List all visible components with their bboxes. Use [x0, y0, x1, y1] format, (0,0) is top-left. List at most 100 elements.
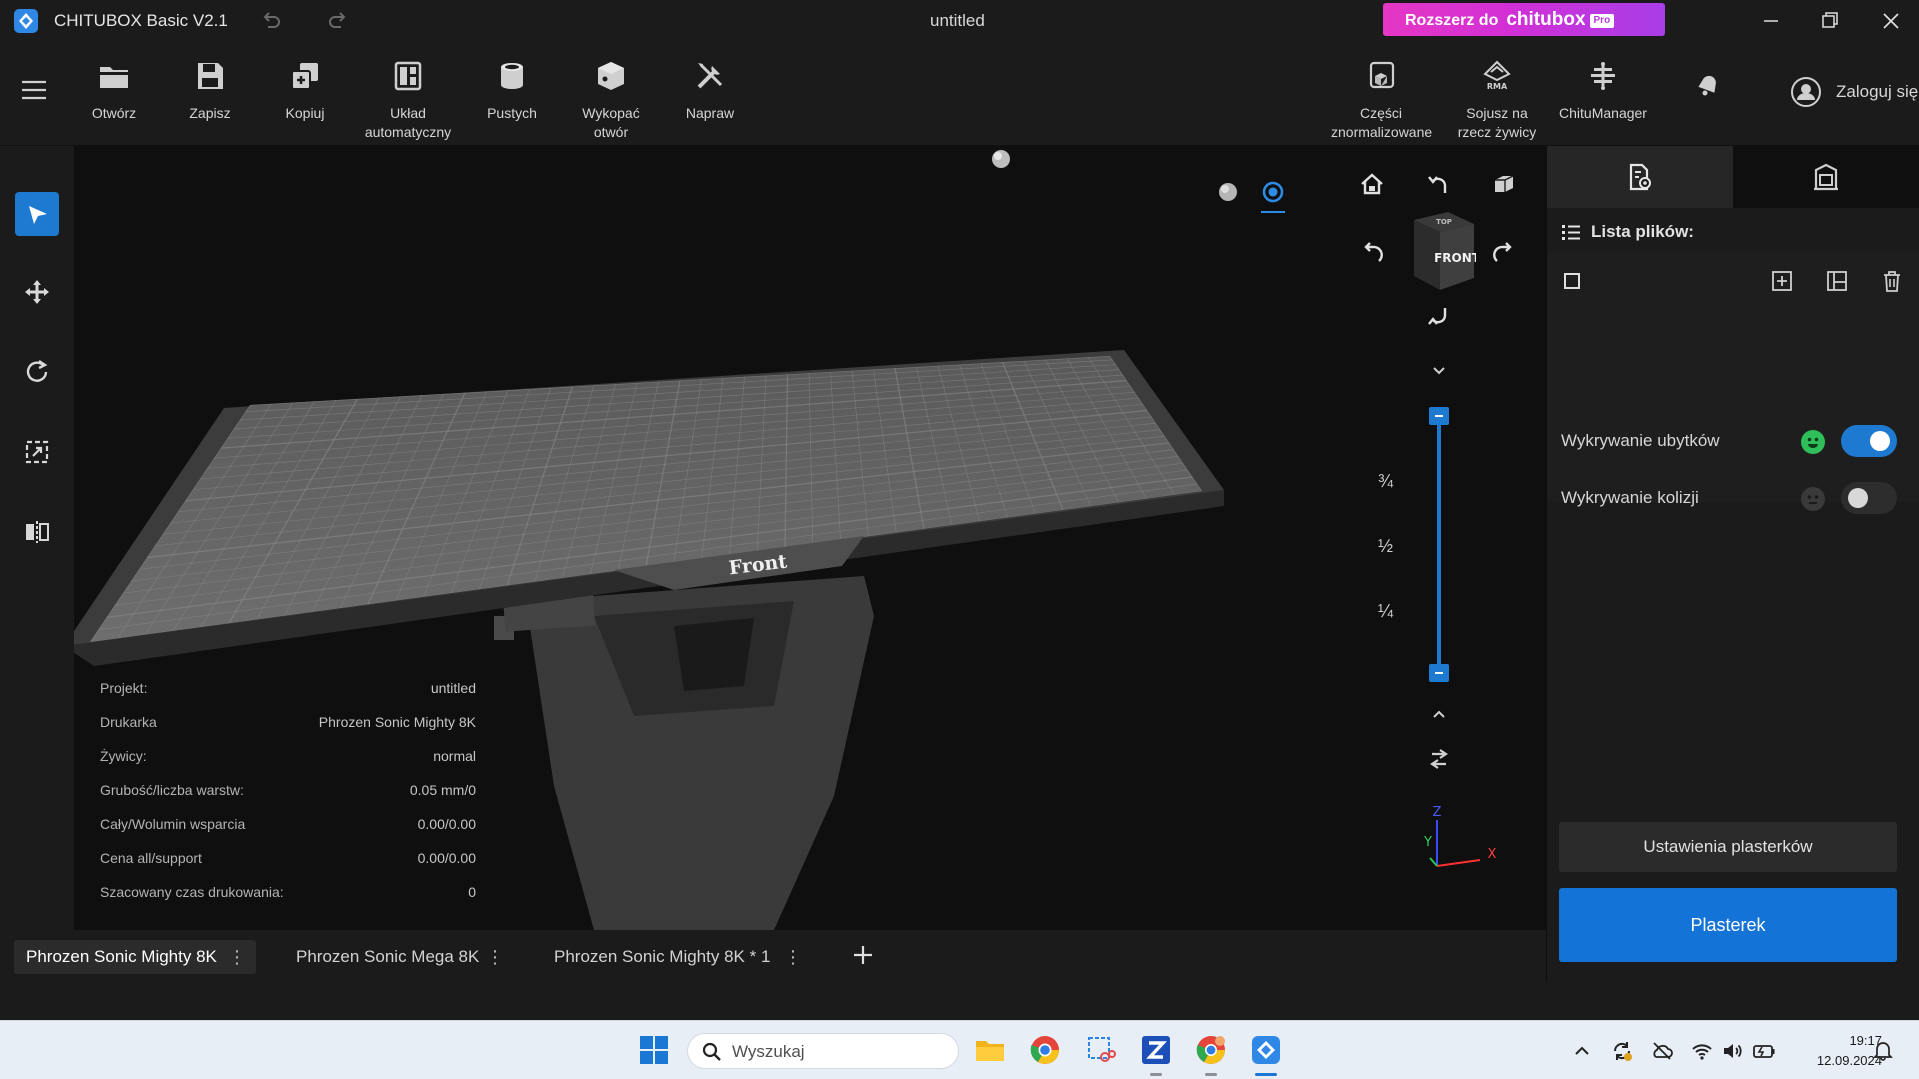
auto-layout-label-1: Układ: [390, 105, 426, 121]
dig-hole-cube-icon: [598, 62, 624, 90]
select-tool-button[interactable]: [15, 192, 59, 236]
scale-tool-button[interactable]: [15, 430, 59, 474]
rotate-view-down-button[interactable]: [1421, 300, 1455, 334]
clock-date: 12.09.2024: [1816, 1053, 1882, 1068]
printer-tab-label: Phrozen Sonic Mighty 8K: [26, 947, 217, 966]
printer-icon: [1814, 163, 1838, 191]
layer-slider-top-handle[interactable]: [1429, 407, 1449, 425]
layer-slider-bottom-handle[interactable]: [1429, 664, 1449, 682]
tab-file-settings[interactable]: [1547, 146, 1733, 208]
add-file-button[interactable]: [1769, 268, 1795, 294]
mirror-icon: [26, 521, 49, 543]
wifi-icon[interactable]: [1690, 1039, 1714, 1063]
windows-start-icon[interactable]: [638, 1034, 670, 1066]
repair-tools-icon: [697, 63, 723, 89]
login-button[interactable]: Zaloguj się: [1790, 76, 1919, 108]
hamburger-menu-icon[interactable]: [20, 78, 48, 102]
curved-arrow-down-icon: [1428, 308, 1447, 325]
group-files-button[interactable]: [1824, 268, 1850, 294]
printer-tabs-bar: Phrozen Sonic Mighty 8K ⋮ Phrozen Sonic …: [0, 930, 1546, 982]
view-cube[interactable]: TOP FRONT: [1400, 210, 1481, 290]
more-options-icon[interactable]: ⋮: [784, 940, 802, 974]
delete-file-button[interactable]: [1879, 268, 1905, 294]
rotate-tool-button[interactable]: [15, 350, 59, 394]
hollow-button[interactable]: Pustych: [462, 58, 562, 123]
taskbar-search-box[interactable]: Wyszukaj: [687, 1033, 959, 1069]
dig-hole-label-1: Wykopać: [582, 105, 640, 121]
slice-button[interactable]: Plasterek: [1559, 888, 1897, 962]
select-all-checkbox[interactable]: [1559, 268, 1585, 294]
volume-icon[interactable]: [1721, 1039, 1745, 1063]
cloud-offline-icon[interactable]: [1650, 1039, 1674, 1063]
tab-printer-settings[interactable]: [1733, 146, 1919, 208]
chitumanager-button[interactable]: ChituManager: [1553, 58, 1653, 123]
notification-bell-icon[interactable]: [1872, 1039, 1894, 1061]
layer-mark-three-quarter: ¾: [1378, 471, 1394, 491]
chrome-icon[interactable]: [1029, 1034, 1061, 1066]
snipping-tool-icon[interactable]: [1085, 1034, 1117, 1066]
printer-tab-1[interactable]: Phrozen Sonic Mighty 8K ⋮: [14, 940, 256, 974]
more-options-icon[interactable]: ⋮: [228, 940, 246, 974]
chrome-profile-icon[interactable]: [1195, 1034, 1227, 1066]
minimize-icon[interactable]: [1756, 8, 1786, 34]
rotate-view-up-button[interactable]: [1421, 167, 1455, 201]
repair-button[interactable]: Napraw: [660, 58, 760, 123]
solid-view-button[interactable]: [1211, 175, 1245, 209]
info-row-volume: Cały/Wolumin wsparcia 0.00/0.00: [100, 816, 476, 832]
rma-label-2: rzecz żywicy: [1457, 124, 1537, 140]
perspective-view-button[interactable]: [1487, 167, 1521, 201]
layer-slider-down-chevron[interactable]: [1429, 704, 1449, 724]
normalized-parts-button[interactable]: Części znormalizowane: [1331, 58, 1432, 142]
sync-icon[interactable]: [1610, 1039, 1634, 1063]
home-view-button[interactable]: [1355, 167, 1389, 201]
sphere-solid-icon: [992, 150, 1010, 168]
close-icon[interactable]: [1876, 8, 1906, 34]
detect-holes-row: Wykrywanie ubytków: [1561, 423, 1911, 459]
chitubox-taskbar-icon[interactable]: [1250, 1034, 1282, 1066]
restore-icon[interactable]: [1815, 8, 1845, 34]
upgrade-pro-button[interactable]: Rozszerz do chitubox Pro: [1383, 3, 1665, 36]
layer-mode-button[interactable]: [1426, 746, 1452, 772]
mirror-tool-button[interactable]: [15, 510, 59, 554]
dig-hole-button[interactable]: Wykopać otwór: [561, 58, 661, 142]
file-explorer-icon[interactable]: [974, 1034, 1006, 1066]
auto-layout-button[interactable]: Układ automatyczny: [358, 58, 458, 142]
file-list-area[interactable]: [1547, 252, 1919, 502]
redo-icon[interactable]: [325, 8, 351, 34]
printer-tab-3[interactable]: Phrozen Sonic Mighty 8K * 1 ⋮: [542, 940, 812, 974]
resin-alliance-button[interactable]: RMA Sojusz na rzecz żywicy: [1447, 58, 1547, 142]
copy-button[interactable]: Kopiuj: [255, 58, 355, 123]
open-button[interactable]: Otwórz: [64, 58, 164, 123]
sphere-xray-icon: [1262, 181, 1284, 203]
taskbar-clock[interactable]: 19:17 12.09.2024: [1790, 1031, 1882, 1071]
save-button[interactable]: Zapisz: [160, 58, 260, 123]
chitumanager-icon: [1591, 62, 1615, 90]
copy-icon: [291, 63, 318, 90]
add-box-icon: [1772, 271, 1792, 291]
layer-slider-up-chevron[interactable]: [1429, 360, 1449, 380]
detect-collisions-toggle[interactable]: [1841, 482, 1897, 514]
more-options-icon[interactable]: ⋮: [486, 940, 504, 974]
move-tool-button[interactable]: [15, 270, 59, 314]
add-printer-tab-button[interactable]: [848, 940, 878, 970]
chevron-up-icon: [1433, 710, 1445, 718]
trash-icon: [1884, 271, 1900, 292]
notifications-button[interactable]: [1660, 58, 1756, 102]
printer-tab-2[interactable]: Phrozen Sonic Mega 8K ⋮: [284, 940, 514, 974]
xray-view-button[interactable]: [1256, 175, 1290, 213]
undo-icon[interactable]: [258, 8, 284, 34]
layer-slider[interactable]: [1429, 407, 1449, 682]
rotate-view-left-button[interactable]: [1355, 235, 1389, 269]
document-title: untitled: [930, 11, 985, 30]
battery-icon[interactable]: [1752, 1039, 1776, 1063]
3d-viewport[interactable]: Front Projekt: untitled Drukarka Phrozen S…: [74, 146, 1546, 930]
info-row-print-time: Szacowany czas drukowania: 0: [100, 884, 476, 900]
detect-holes-label: Wykrywanie ubytków: [1561, 431, 1720, 450]
rotate-view-right-button[interactable]: [1487, 235, 1521, 269]
zoom-app-icon[interactable]: [1140, 1034, 1172, 1066]
solid-view-toggle[interactable]: [984, 146, 1018, 176]
detect-holes-toggle[interactable]: [1841, 425, 1897, 457]
chevron-up-tray-icon[interactable]: [1570, 1039, 1594, 1063]
svg-text:RMA: RMA: [1487, 82, 1508, 91]
slice-settings-button[interactable]: Ustawienia plasterków: [1559, 822, 1897, 872]
